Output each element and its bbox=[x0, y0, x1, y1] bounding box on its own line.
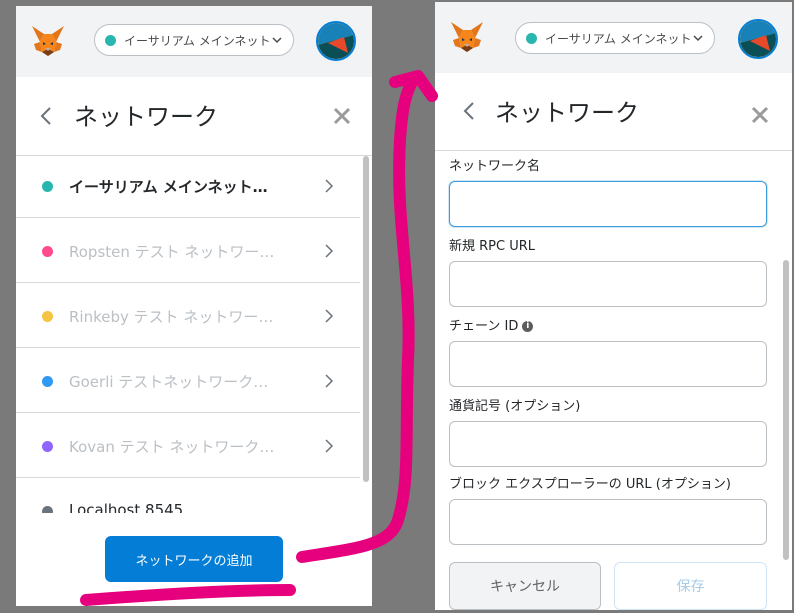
save-button[interactable]: 保存 bbox=[614, 562, 767, 610]
network-list-panel: イーサリアム メインネット ネットワーク イーサリアム メインネット… Rops… bbox=[16, 6, 372, 606]
back-arrow-icon[interactable] bbox=[38, 105, 54, 127]
network-item-label: Localhost 8545 bbox=[69, 501, 184, 513]
network-selector[interactable]: イーサリアム メインネット bbox=[515, 22, 715, 54]
chevron-right-icon bbox=[325, 244, 334, 258]
back-arrow-icon[interactable] bbox=[461, 100, 477, 122]
settings-title-bar: ネットワーク bbox=[435, 75, 792, 151]
network-item-label: Kovan テスト ネットワーク… bbox=[69, 438, 275, 456]
currency-symbol-input[interactable] bbox=[449, 421, 767, 467]
currency-symbol-label: 通貨記号 (オプション) bbox=[449, 399, 581, 414]
annotation-arrow-head bbox=[389, 70, 438, 102]
network-status-dot bbox=[526, 32, 537, 44]
network-item-label: Goerli テストネットワーク… bbox=[69, 373, 269, 391]
rpc-url-label: 新規 RPC URL bbox=[449, 239, 536, 254]
metamask-fox-icon[interactable] bbox=[30, 24, 66, 58]
network-color-dot bbox=[42, 441, 53, 452]
network-name-input[interactable] bbox=[449, 181, 767, 227]
network-item-goerli[interactable]: Goerli テストネットワーク… bbox=[16, 348, 360, 413]
account-avatar[interactable] bbox=[738, 19, 778, 59]
settings-title-bar: ネットワーク bbox=[16, 77, 372, 156]
close-icon[interactable] bbox=[332, 106, 352, 126]
chevron-down-icon bbox=[272, 37, 282, 44]
network-selector-label: イーサリアム メインネット bbox=[124, 33, 271, 48]
network-item-label: Ropsten テスト ネットワー… bbox=[69, 243, 275, 261]
block-explorer-url-label: ブロック エクスプローラーの URL (オプション) bbox=[449, 477, 731, 492]
network-item-label: Rinkeby テスト ネットワー… bbox=[69, 308, 274, 326]
network-item-rinkeby[interactable]: Rinkeby テスト ネットワー… bbox=[16, 283, 360, 348]
chevron-right-icon bbox=[325, 374, 334, 388]
network-item-label: イーサリアム メインネット… bbox=[69, 178, 268, 196]
network-color-dot bbox=[42, 506, 53, 513]
block-explorer-url-input[interactable] bbox=[449, 499, 767, 545]
network-selector[interactable]: イーサリアム メインネット bbox=[94, 24, 294, 56]
scrollbar[interactable] bbox=[783, 260, 789, 560]
network-selector-label: イーサリアム メインネット bbox=[545, 31, 692, 46]
info-icon[interactable]: i bbox=[522, 321, 534, 332]
network-color-dot bbox=[42, 311, 53, 322]
network-item-kovan[interactable]: Kovan テスト ネットワーク… bbox=[16, 413, 360, 478]
network-item-localhost[interactable]: Localhost 8545 bbox=[16, 478, 360, 513]
rpc-url-input[interactable] bbox=[449, 261, 767, 307]
network-color-dot bbox=[42, 246, 53, 257]
scrollbar[interactable] bbox=[363, 156, 369, 482]
network-status-dot bbox=[105, 34, 116, 46]
page-title: ネットワーク bbox=[74, 103, 218, 131]
chevron-right-icon bbox=[325, 439, 334, 453]
network-item-mainnet[interactable]: イーサリアム メインネット… bbox=[16, 153, 360, 218]
network-item-ropsten[interactable]: Ropsten テスト ネットワー… bbox=[16, 218, 360, 283]
app-header: イーサリアム メインネット bbox=[435, 2, 792, 73]
metamask-fox-icon[interactable] bbox=[449, 20, 485, 54]
page-title: ネットワーク bbox=[495, 99, 639, 127]
chain-id-label: チェーン ID bbox=[449, 319, 519, 334]
chevron-down-icon bbox=[693, 35, 703, 42]
network-list: イーサリアム メインネット… Ropsten テスト ネットワー… Rinkeb… bbox=[16, 153, 360, 513]
account-avatar[interactable] bbox=[316, 21, 356, 61]
network-color-dot bbox=[42, 181, 53, 192]
network-color-dot bbox=[42, 376, 53, 387]
chain-id-input[interactable] bbox=[449, 341, 767, 387]
chevron-right-icon bbox=[325, 309, 334, 323]
add-network-button[interactable]: ネットワークの追加 bbox=[105, 536, 283, 582]
chain-id-label-row: チェーン ID i bbox=[449, 315, 534, 334]
add-network-panel: イーサリアム メインネット ネットワーク ネットワーク名 新規 RPC URL … bbox=[435, 2, 792, 610]
close-icon[interactable] bbox=[750, 105, 770, 125]
network-name-label: ネットワーク名 bbox=[449, 159, 541, 174]
app-header: イーサリアム メインネット bbox=[16, 6, 372, 77]
chevron-right-icon bbox=[325, 179, 334, 193]
cancel-button[interactable]: キャンセル bbox=[449, 562, 601, 610]
